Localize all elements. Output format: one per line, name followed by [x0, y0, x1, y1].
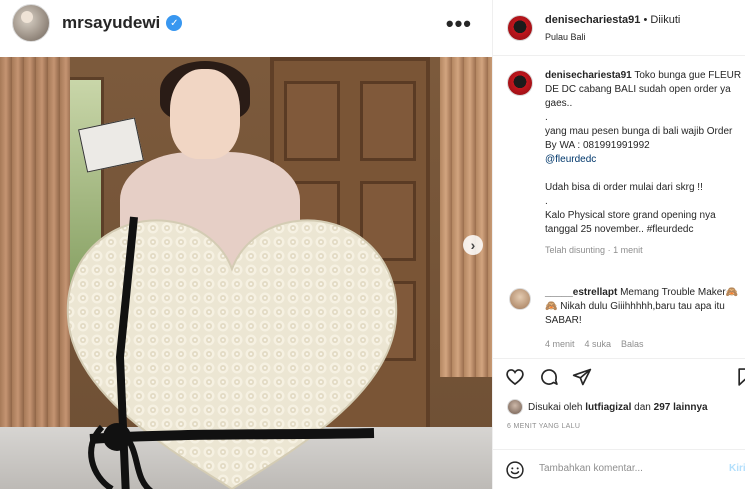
comment-time: 4 menit: [545, 339, 575, 349]
comment-input[interactable]: [539, 463, 719, 474]
header-separator: •: [643, 14, 648, 26]
comment-likes[interactable]: 4 suka: [585, 339, 612, 349]
liker-avatar[interactable]: [507, 399, 523, 415]
more-options-icon[interactable]: •••: [446, 11, 472, 37]
poster-avatar[interactable]: [507, 15, 533, 41]
header-user-line: denisechariesta91 • Diikuti: [545, 14, 680, 26]
reply-button[interactable]: Balas: [621, 339, 644, 349]
caption-edited-meta: Telah disunting · 1 menit: [545, 245, 643, 255]
header-username[interactable]: denisechariesta91: [545, 14, 640, 26]
save-bookmark-icon[interactable]: [733, 365, 745, 389]
likes-summary: Disukai oleh lutfiagizal dan 297 lainnya: [507, 399, 708, 415]
caption-username[interactable]: denisechariesta91: [545, 70, 632, 81]
photo-curtain-left: [0, 57, 70, 427]
action-bar: [493, 358, 745, 398]
next-photo-chevron-right-icon[interactable]: ›: [463, 235, 483, 255]
caption-line-7: .: [545, 196, 548, 207]
details-header: denisechariesta91 • Diikuti Pulau Bali: [493, 0, 745, 56]
author-username[interactable]: mrsayudewi: [62, 13, 160, 33]
post-details-panel: denisechariesta91 • Diikuti Pulau Bali d…: [492, 0, 745, 489]
photo-curtain-right: [440, 57, 492, 377]
caption-line-6: Udah bisa di order mulai dari skrg !!: [545, 182, 703, 193]
follow-status[interactable]: Diikuti: [650, 14, 680, 26]
caption-line-8: Kalo Physical store grand opening nya ta…: [545, 210, 716, 235]
caption: denisechariesta91 Toko bunga gue FLEUR D…: [545, 69, 743, 257]
like-heart-icon[interactable]: [503, 365, 527, 389]
post-comment-button[interactable]: Kirim: [729, 463, 745, 474]
commenter-username[interactable]: _____estrellapt: [545, 287, 617, 298]
comment: _____estrellapt Memang Trouble Maker🙈🙈 N…: [545, 286, 743, 328]
location-link[interactable]: Pulau Bali: [545, 32, 586, 42]
commenter-avatar[interactable]: [509, 288, 531, 310]
caption-line-5: [545, 167, 743, 181]
liker-username[interactable]: lutfiagizal: [585, 402, 631, 413]
post-photo[interactable]: ›: [0, 57, 492, 489]
comment-box: Kirim: [493, 449, 745, 489]
caption-line-1: denisechariesta91 Toko bunga gue FLEUR D…: [545, 70, 742, 109]
author-avatar[interactable]: [12, 4, 50, 42]
share-paper-plane-icon[interactable]: [570, 365, 594, 389]
post-header: mrsayudewi ✓ •••: [0, 0, 492, 46]
caption-line-2: .: [545, 112, 548, 123]
comment-meta: 4 menit 4 suka Balas: [545, 339, 644, 349]
caption-mention[interactable]: @fleurdedc: [545, 153, 743, 167]
photo-person-face: [170, 69, 240, 159]
comment-bubble-icon[interactable]: [537, 365, 561, 389]
emoji-smiley-icon[interactable]: [505, 460, 525, 480]
verified-badge-icon: ✓: [166, 15, 183, 31]
post-timestamp[interactable]: 6 MENIT YANG LALU: [507, 423, 580, 430]
caption-line-3: yang mau pesen bunga di bali wajib Order…: [545, 126, 733, 151]
likes-count[interactable]: 297 lainnya: [654, 402, 708, 413]
rose-heart-arrangement: [62, 207, 402, 489]
caption-avatar[interactable]: [507, 70, 533, 96]
